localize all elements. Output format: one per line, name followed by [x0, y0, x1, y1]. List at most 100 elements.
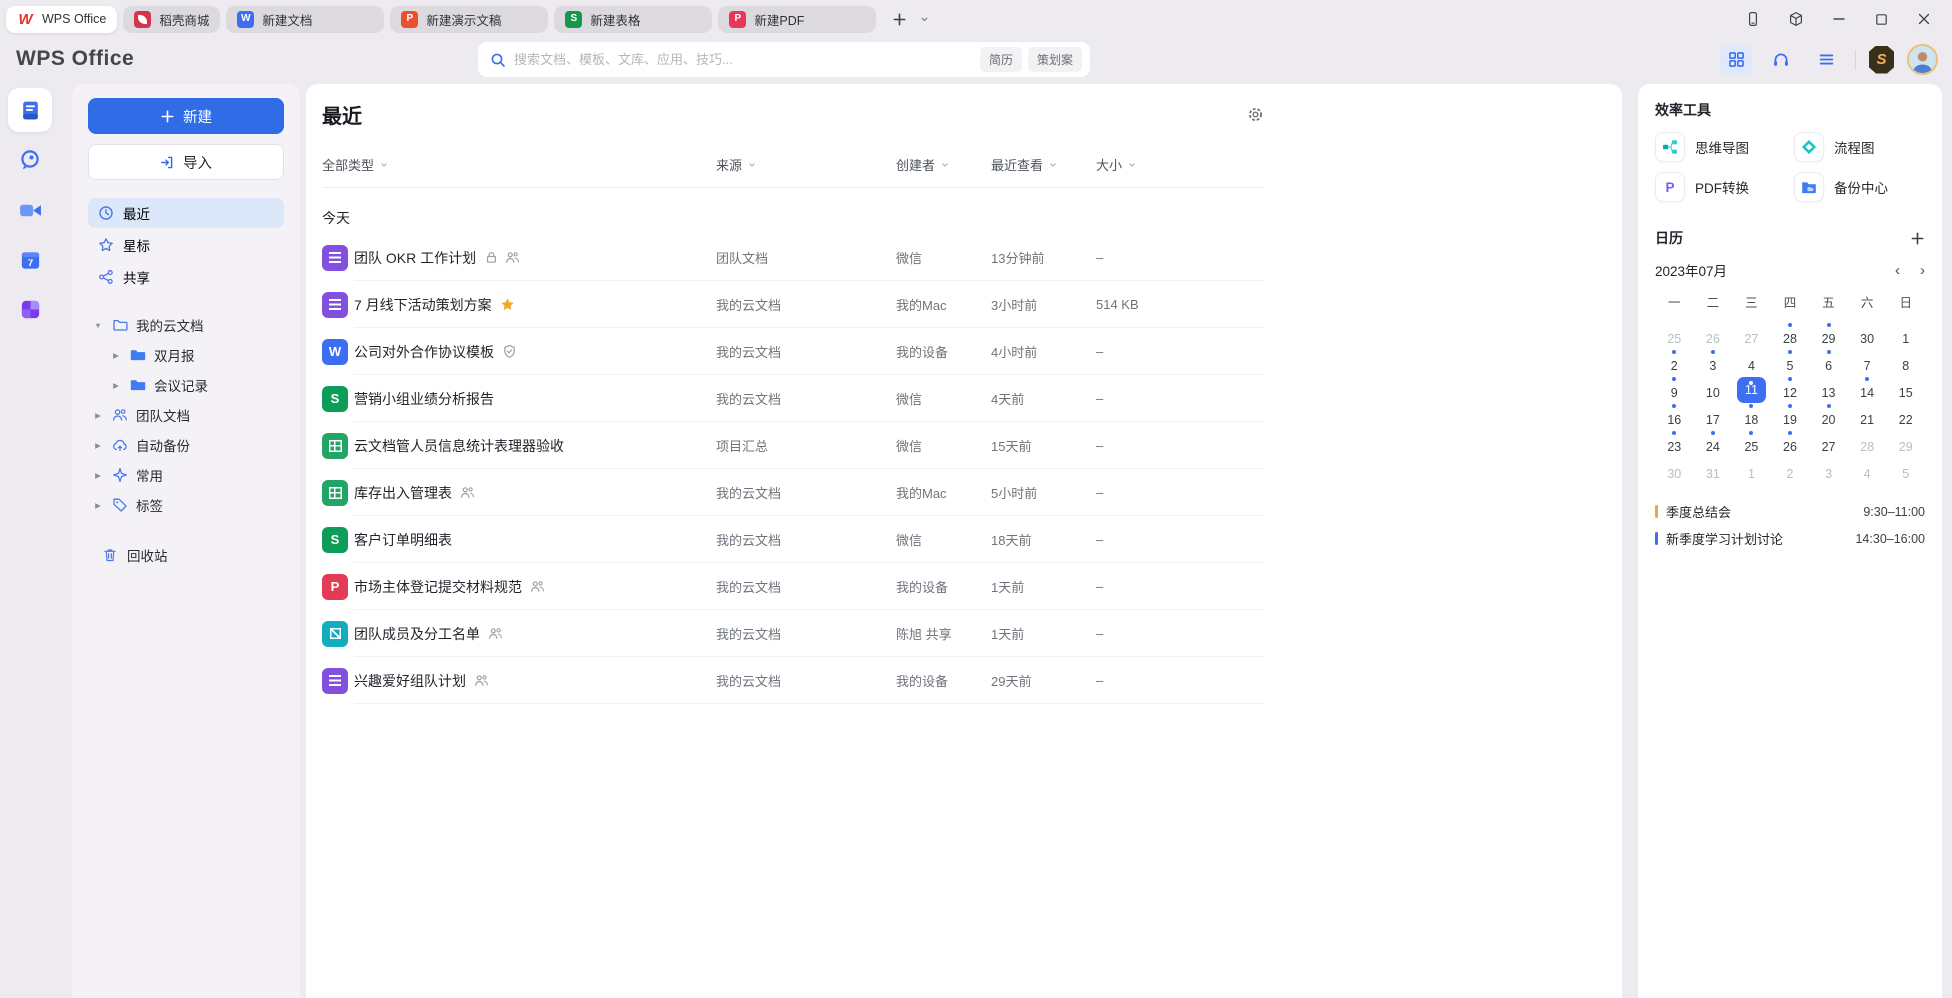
rail-chat-icon[interactable]	[18, 148, 42, 172]
calendar-day[interactable]: 10	[1694, 376, 1733, 403]
sidebar-item[interactable]: 共享	[88, 262, 284, 292]
calendar-day[interactable]: 30	[1848, 322, 1887, 349]
rail-documents-icon[interactable]	[8, 88, 52, 132]
calendar-day[interactable]: 6	[1809, 349, 1848, 376]
calendar-day[interactable]: 7	[1848, 349, 1887, 376]
support-headset-icon[interactable]	[1765, 45, 1797, 75]
add-event-button[interactable]	[1910, 231, 1925, 246]
sidebar-item-trash[interactable]: 回收站	[88, 540, 284, 570]
filter-dropdown[interactable]: 大小	[1096, 155, 1264, 174]
file-row[interactable]: 库存出入管理表 我的云文档 我的Mac 5小时前 –	[322, 469, 1264, 516]
search-input[interactable]	[514, 52, 974, 67]
caret-icon[interactable]: ▶	[92, 501, 104, 510]
prev-month-button[interactable]: ‹	[1895, 262, 1900, 279]
rail-apps-icon[interactable]	[19, 298, 42, 321]
calendar-day[interactable]: 25	[1655, 322, 1694, 349]
close-button[interactable]	[1916, 11, 1932, 27]
mobile-sync-icon[interactable]	[1745, 11, 1761, 27]
calendar-day[interactable]: 26	[1694, 322, 1733, 349]
import-button[interactable]: 导入	[88, 144, 284, 180]
minimize-button[interactable]	[1831, 11, 1847, 27]
tool-item[interactable]: 流程图	[1794, 132, 1925, 162]
calendar-day[interactable]: 28	[1848, 430, 1887, 457]
calendar-day[interactable]: 25	[1732, 430, 1771, 457]
tab-list-dropdown[interactable]	[919, 14, 930, 25]
calendar-day[interactable]: 31	[1694, 457, 1733, 484]
calendar-day[interactable]: 17	[1694, 403, 1733, 430]
search-bar[interactable]: 简历策划案	[478, 42, 1090, 77]
caret-icon[interactable]: ▶	[110, 351, 122, 360]
sidebar-tree-item[interactable]: ▶ 双月报	[88, 340, 284, 370]
maximize-button[interactable]	[1874, 12, 1889, 27]
search-tag[interactable]: 策划案	[1028, 47, 1082, 72]
calendar-day[interactable]: 15	[1886, 376, 1925, 403]
tool-item[interactable]: 备份中心	[1794, 172, 1925, 202]
file-row[interactable]: S 客户订单明细表 我的云文档 微信 18天前 –	[322, 516, 1264, 563]
calendar-day[interactable]: 13	[1809, 376, 1848, 403]
sidebar-tree-item[interactable]: ▶ 团队文档	[88, 400, 284, 430]
calendar-day[interactable]: 24	[1694, 430, 1733, 457]
window-tab[interactable]: S 新建表格	[554, 6, 712, 33]
calendar-event[interactable]: 新季度学习计划讨论 14:30–16:00	[1655, 525, 1925, 552]
sidebar-tree-item[interactable]: ▼ 我的云文档	[88, 310, 284, 340]
calendar-day[interactable]: 3	[1809, 457, 1848, 484]
avatar[interactable]	[1907, 44, 1938, 75]
list-settings-gear-icon[interactable]	[1247, 106, 1264, 123]
caret-icon[interactable]: ▶	[92, 441, 104, 450]
calendar-day[interactable]: 2	[1771, 457, 1810, 484]
filter-dropdown[interactable]: 最近查看	[991, 155, 1096, 174]
caret-icon[interactable]: ▼	[92, 321, 104, 330]
calendar-event[interactable]: 季度总结会 9:30–11:00	[1655, 498, 1925, 525]
filter-dropdown[interactable]: 创建者	[896, 155, 991, 174]
next-month-button[interactable]: ›	[1920, 262, 1925, 279]
calendar-day[interactable]: 14	[1848, 376, 1887, 403]
calendar-day[interactable]: 16	[1655, 403, 1694, 430]
sidebar-tree-item[interactable]: ▶ 会议记录	[88, 370, 284, 400]
calendar-day[interactable]: 22	[1886, 403, 1925, 430]
calendar-day[interactable]: 8	[1886, 349, 1925, 376]
tool-item[interactable]: 思维导图	[1655, 132, 1786, 162]
calendar-day[interactable]: 19	[1771, 403, 1810, 430]
calendar-day[interactable]: 12	[1771, 376, 1810, 403]
calendar-day[interactable]: 3	[1694, 349, 1733, 376]
calendar-day[interactable]: 5	[1771, 349, 1810, 376]
file-row[interactable]: P 市场主体登记提交材料规范 我的云文档 我的设备 1天前 –	[322, 563, 1264, 610]
calendar-day[interactable]: 21	[1848, 403, 1887, 430]
calendar-day[interactable]: 27	[1809, 430, 1848, 457]
rail-meeting-icon[interactable]	[18, 198, 43, 223]
rail-calendar-icon[interactable]	[19, 249, 42, 272]
file-row[interactable]: W 公司对外合作协议模板 我的云文档 我的设备 4小时前 –	[322, 328, 1264, 375]
sidebar-tree-item[interactable]: ▶ 标签	[88, 490, 284, 520]
apps-grid-icon[interactable]	[1720, 45, 1752, 75]
window-tab[interactable]: P 新建PDF	[718, 6, 876, 33]
file-row[interactable]: S 营销小组业绩分析报告 我的云文档 微信 4天前 –	[322, 375, 1264, 422]
calendar-day[interactable]: 29	[1809, 322, 1848, 349]
sidebar-item[interactable]: 最近	[88, 198, 284, 228]
calendar-day[interactable]: 27	[1732, 322, 1771, 349]
calendar-day[interactable]: 1	[1732, 457, 1771, 484]
calendar-day[interactable]: 2	[1655, 349, 1694, 376]
membership-badge[interactable]: S	[1869, 46, 1894, 74]
caret-icon[interactable]: ▶	[92, 411, 104, 420]
window-tab[interactable]: 稻壳商城	[123, 6, 220, 33]
window-tab[interactable]: W WPS Office	[6, 6, 117, 33]
sidebar-tree-item[interactable]: ▶ 常用	[88, 460, 284, 490]
calendar-day[interactable]: 29	[1886, 430, 1925, 457]
tool-item[interactable]: PDF转换	[1655, 172, 1786, 202]
calendar-day[interactable]: 26	[1771, 430, 1810, 457]
calendar-day[interactable]: 5	[1886, 457, 1925, 484]
calendar-day[interactable]: 9	[1655, 376, 1694, 403]
file-row[interactable]: 兴趣爱好组队计划 我的云文档 我的设备 29天前 –	[322, 657, 1264, 704]
caret-icon[interactable]: ▶	[92, 471, 104, 480]
calendar-day[interactable]: 4	[1848, 457, 1887, 484]
new-tab-button[interactable]	[892, 12, 907, 27]
calendar-day[interactable]: 30	[1655, 457, 1694, 484]
file-row[interactable]: 团队成员及分工名单 我的云文档 陈旭 共享 1天前 –	[322, 610, 1264, 657]
file-row[interactable]: 云文档管人员信息统计表理器验收 项目汇总 微信 15天前 –	[322, 422, 1264, 469]
window-tab[interactable]: P 新建演示文稿	[390, 6, 548, 33]
filter-dropdown[interactable]: 全部类型	[322, 155, 716, 174]
file-row[interactable]: 团队 OKR 工作计划 团队文档 微信 13分钟前 –	[322, 234, 1264, 281]
menu-icon[interactable]	[1810, 45, 1842, 75]
caret-icon[interactable]: ▶	[110, 381, 122, 390]
sidebar-item[interactable]: 星标	[88, 230, 284, 260]
